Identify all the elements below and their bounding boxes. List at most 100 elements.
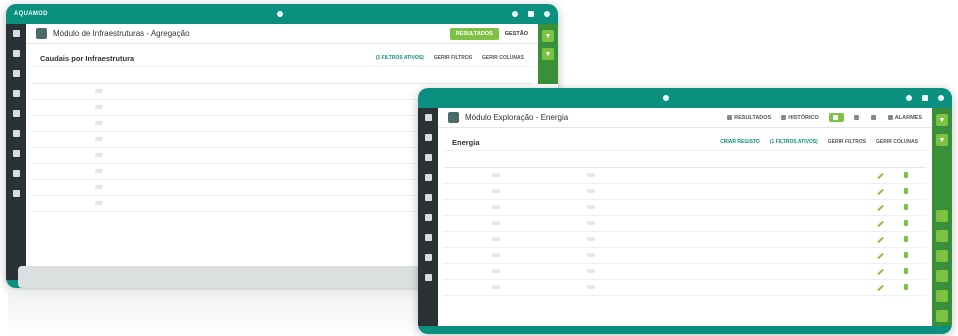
edit-icon[interactable] [877,236,884,243]
list-icon[interactable] [424,154,432,161]
map-rail-icon[interactable] [936,290,948,302]
edit-icon[interactable] [877,268,884,275]
tab-active[interactable] [828,113,844,122]
grid-icon[interactable] [424,114,432,121]
delete-icon[interactable] [904,203,909,210]
column-header[interactable] [293,67,336,84]
column-header[interactable] [92,67,207,84]
user-icon[interactable] [543,11,550,17]
gestao-button[interactable]: GESTÃO [505,31,528,37]
column-header[interactable] [32,67,93,84]
document-icon[interactable] [424,194,432,201]
manage-columns-button[interactable]: GERIR COLUNAS [876,139,918,145]
column-header[interactable] [453,67,498,84]
table-row[interactable] [444,279,926,296]
table-row[interactable] [444,231,926,248]
column-header[interactable] [839,151,874,168]
warning-icon[interactable] [12,150,20,157]
chart-icon[interactable] [424,174,432,181]
settings-icon[interactable] [511,11,518,17]
column-header[interactable] [335,67,399,84]
delete-icon[interactable] [904,171,909,178]
edit-icon[interactable] [877,188,884,195]
column-header[interactable] [717,151,766,168]
delete-icon[interactable] [904,187,909,194]
document-icon[interactable] [12,110,20,117]
network-icon[interactable] [12,130,20,137]
home-icon[interactable] [663,95,669,101]
warning-icon[interactable] [424,234,432,241]
edit-icon[interactable] [877,252,884,259]
back-right-rail: ▼ ▼ [538,24,558,84]
column-header[interactable] [497,67,532,84]
delete-icon[interactable] [904,251,909,258]
delete-icon[interactable] [904,267,909,274]
edit-icon[interactable] [877,204,884,211]
edit-icon[interactable] [877,284,884,291]
column-header[interactable] [554,151,585,168]
table-row[interactable] [444,247,926,264]
monitor-icon[interactable] [922,95,928,101]
column-header[interactable] [672,151,718,168]
help-icon[interactable] [424,274,432,281]
funnel-rail-icon[interactable]: ▼ [936,134,948,146]
table-cell [799,167,840,184]
manage-filters-button[interactable]: GERIR FILTROS [434,55,472,61]
monitor-icon[interactable] [527,11,534,17]
edit-icon[interactable] [877,172,884,179]
active-filters-label[interactable]: (1 FILTROS ATIVOS) [376,55,424,61]
column-header[interactable] [206,67,294,84]
resultados-button[interactable]: RESULTADOS [449,27,499,40]
tab-resultados[interactable]: RESULTADOS [727,115,771,121]
funnel-rail-icon[interactable]: ▼ [542,48,554,60]
table-cell [584,167,637,184]
settings-rail-icon[interactable] [936,310,948,322]
chart-rail-icon[interactable] [936,270,948,282]
stack-icon[interactable] [424,254,432,261]
column-header[interactable] [765,151,800,168]
tab-alarmes[interactable]: ALARMES [887,115,922,121]
grid-icon[interactable] [12,30,20,37]
table-row[interactable] [444,183,926,200]
table-row[interactable] [444,263,926,280]
column-header[interactable] [636,151,673,168]
document-rail-icon[interactable] [936,210,948,222]
chart-icon[interactable] [12,90,20,97]
stack-icon[interactable] [12,170,20,177]
user-icon[interactable] [938,95,944,101]
settings-icon[interactable] [906,95,912,101]
table-row[interactable] [444,167,926,184]
column-header[interactable] [584,151,637,168]
refresh-rail-icon[interactable] [936,250,948,262]
filter-rail-icon[interactable]: ▼ [542,30,554,42]
manage-columns-button[interactable]: GERIR COLUNAS [482,55,524,61]
tab-4[interactable] [853,115,861,120]
column-header[interactable] [901,151,926,168]
column-header[interactable] [799,151,840,168]
delete-icon[interactable] [904,283,909,290]
home-icon[interactable] [276,11,283,17]
export-rail-icon[interactable] [936,230,948,242]
table-row[interactable] [444,199,926,216]
delete-icon[interactable] [904,235,909,242]
manage-filters-button[interactable]: GERIR FILTROS [828,139,866,145]
table-row[interactable] [444,215,926,232]
active-filters-label[interactable]: (1 FILTROS ATIVOS) [770,139,818,145]
list-icon[interactable] [12,70,20,77]
delete-icon[interactable] [904,219,909,226]
back-panel-header: Caudais por Infraestrutura (1 FILTROS AT… [32,50,532,67]
create-record-button[interactable]: CRIAR REGISTO [720,139,760,145]
column-header[interactable] [444,151,490,168]
column-header[interactable] [398,67,454,84]
tab-historico[interactable]: HISTÓRICO [781,115,819,121]
pencil-icon[interactable] [12,50,20,57]
help-icon[interactable] [12,190,20,197]
column-header[interactable] [489,151,555,168]
table-cell [335,163,399,180]
edit-icon[interactable] [877,220,884,227]
tab-5[interactable] [870,115,878,120]
network-icon[interactable] [424,214,432,221]
filter-rail-icon[interactable]: ▼ [936,114,948,126]
column-header[interactable] [873,151,902,168]
pencil-icon[interactable] [424,134,432,141]
